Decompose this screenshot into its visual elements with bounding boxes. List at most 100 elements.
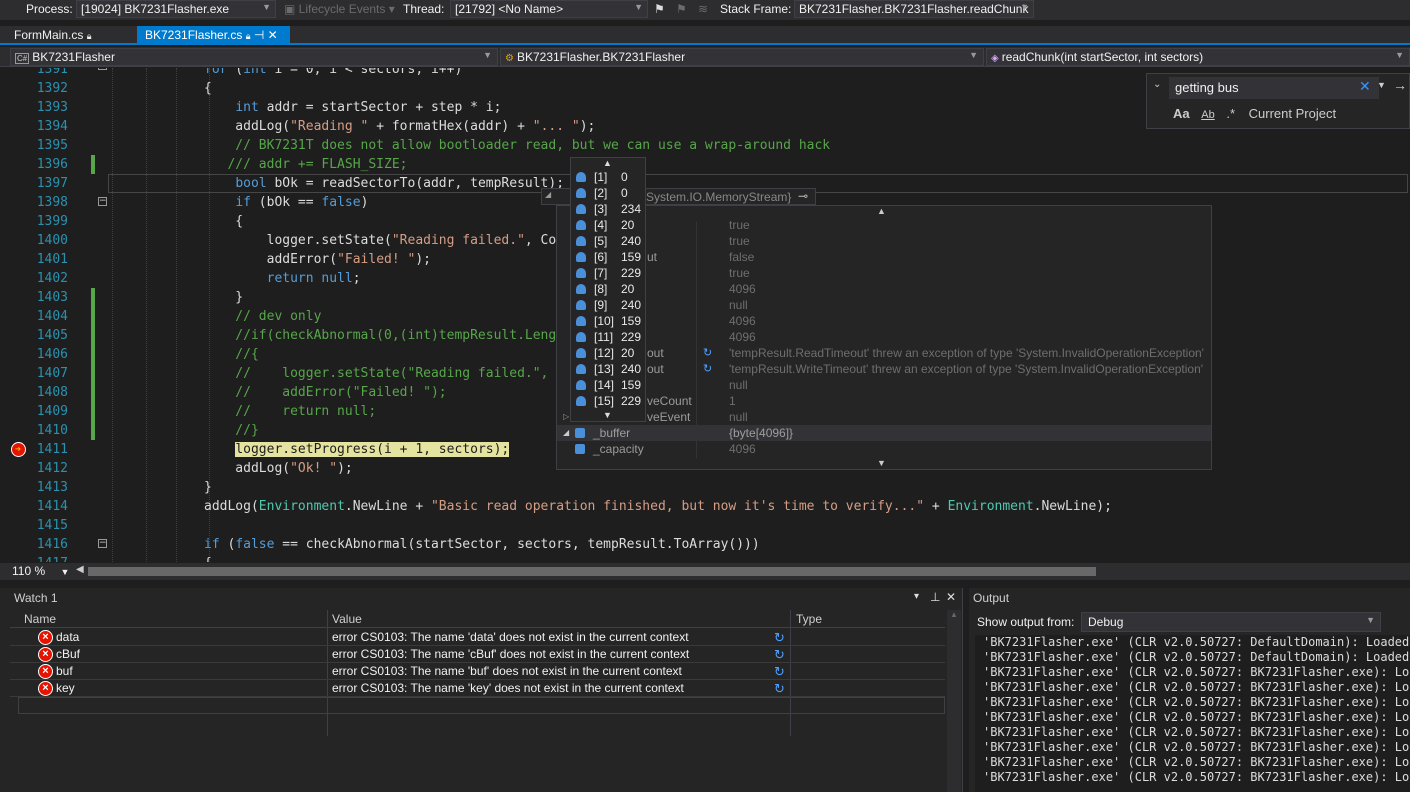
fold-icon[interactable]: − (98, 197, 107, 206)
datatip-row[interactable]: _capacity 4096 (557, 441, 1211, 457)
prop-value: null (729, 378, 748, 392)
stackframe-dropdown[interactable]: BK7231Flasher.BK7231Flasher.readChunk ▼ (794, 0, 1034, 18)
tab-formmain[interactable]: FormMain.cs 🔒︎ (6, 26, 99, 45)
clear-icon[interactable]: ✕ (1359, 78, 1371, 95)
array-item[interactable]: [7] 229 (571, 265, 645, 281)
refresh-icon[interactable]: ↻ (774, 629, 785, 646)
scroll-left-icon[interactable]: ◀ (76, 564, 84, 575)
scroll-down-icon[interactable]: ▼ (603, 410, 612, 420)
whole-word-button[interactable]: Ab (1201, 109, 1214, 121)
flag-all-icon[interactable]: ⚑ (676, 2, 687, 16)
refresh-icon[interactable]: ↻ (774, 680, 785, 697)
refresh-icon[interactable]: ↻ (774, 663, 785, 680)
element-icon (576, 188, 586, 198)
scroll-up-icon[interactable]: ▲ (603, 158, 612, 168)
column-value[interactable]: Value (332, 612, 362, 626)
array-item[interactable]: [8] 20 (571, 281, 645, 297)
watch-name: cBuf (56, 647, 81, 661)
scroll-up-icon[interactable]: ▲ (950, 610, 958, 619)
close-icon[interactable]: ✕ (268, 28, 278, 42)
fold-icon[interactable]: − (98, 539, 107, 548)
thread-dropdown[interactable]: [21792] <No Name> ▼ (450, 0, 648, 18)
column-name[interactable]: Name (24, 612, 56, 626)
pin-icon[interactable]: ⊸ (798, 189, 808, 203)
datatip-row[interactable]: true (557, 217, 1211, 233)
search-scope[interactable]: Current Project (1249, 106, 1336, 121)
expand-icon[interactable]: ▷ (563, 409, 569, 425)
tab-bk7231flasher[interactable]: BK7231Flasher.cs 🔒︎ ⊣ ✕ (137, 26, 290, 45)
collapse-icon[interactable]: ◢ (563, 425, 569, 441)
array-item[interactable]: [4] 20 (571, 217, 645, 233)
column-type[interactable]: Type (796, 612, 822, 626)
fold-icon[interactable]: − (98, 68, 107, 70)
refresh-icon[interactable]: ↻ (774, 646, 785, 663)
watch-new-row[interactable] (18, 697, 945, 714)
scroll-up-icon[interactable]: ▲ (877, 206, 886, 216)
pin-icon[interactable]: ⊥ (930, 590, 940, 604)
chevron-down-icon[interactable]: ▼ (1377, 80, 1386, 90)
zoom-level[interactable]: 110 % ▼ (12, 564, 69, 578)
output-source-dropdown[interactable]: Debug ▼ (1081, 612, 1381, 632)
regex-button[interactable]: .* (1226, 106, 1235, 121)
array-item[interactable]: [2] 0 (571, 185, 645, 201)
datatip-row[interactable]: 4096 (557, 329, 1211, 345)
stack-icon[interactable]: ≋ (698, 2, 708, 16)
search-input[interactable]: getting bus (1169, 77, 1379, 99)
datatip-row[interactable]: veCount 1 (557, 393, 1211, 409)
datatip-row[interactable]: true (557, 233, 1211, 249)
watch-row[interactable]: × buf error CS0103: The name 'buf' does no… (10, 663, 945, 680)
refresh-icon[interactable]: ↻ (703, 345, 712, 361)
array-datatip[interactable]: ▲ [1] 0 [2] 0 [3] 234 [4] 20 [5] 240 [6] 159 [… (570, 157, 646, 422)
flag-icon[interactable]: ⚑ (654, 2, 665, 16)
datatip-row[interactable]: out ↻ 'tempResult.WriteTimeout' threw an e… (557, 361, 1211, 377)
array-item[interactable]: [15] 229 (571, 393, 645, 409)
prop-value: 1 (729, 394, 736, 408)
datatip-row[interactable]: out ↻ 'tempResult.ReadTimeout' threw an ex… (557, 345, 1211, 361)
array-item[interactable]: [12] 20 (571, 345, 645, 361)
datatip-row[interactable]: null (557, 377, 1211, 393)
thread-label: Thread: (403, 2, 445, 16)
vertical-scrollbar[interactable]: ▲ (947, 610, 961, 792)
method-dropdown[interactable]: ◈ readChunk(int startSector, int sectors)… (986, 48, 1410, 66)
lifecycle-events-button[interactable]: ▣ Lifecycle Events ▾ (284, 2, 395, 16)
breakpoint-icon[interactable]: ➔ (11, 442, 26, 457)
collapse-icon[interactable]: ◢ (545, 190, 551, 199)
prop-name: veEvent (647, 410, 691, 424)
watch-row[interactable]: × key error CS0103: The name 'key' does no… (10, 680, 945, 697)
code-text: { (204, 554, 212, 562)
horizontal-scrollbar-thumb[interactable] (88, 567, 1096, 576)
refresh-icon[interactable]: ↻ (703, 361, 712, 377)
array-item[interactable]: [11] 229 (571, 329, 645, 345)
chevron-down-icon[interactable]: ⌄ (1153, 79, 1161, 90)
datatip-row[interactable]: 4096 (557, 313, 1211, 329)
datatip-panel[interactable]: ▲ true true ut false true 4096 null 4096 … (556, 205, 1212, 470)
output-text[interactable]: 'BK7231Flasher.exe' (CLR v2.0.50727: Def… (975, 635, 1410, 792)
find-next-icon[interactable]: → (1393, 77, 1407, 93)
project-dropdown[interactable]: C# BK7231Flasher ▼ (10, 48, 498, 66)
array-item[interactable]: [13] 240 (571, 361, 645, 377)
project-value: BK7231Flasher (32, 50, 115, 64)
dropdown-icon[interactable]: ▾ (914, 591, 919, 602)
watch-row[interactable]: × cBuf error CS0103: The name 'cBuf' does … (10, 646, 945, 663)
match-case-button[interactable]: Aa (1173, 106, 1190, 121)
datatip-row[interactable]: ut false (557, 249, 1211, 265)
datatip-row[interactable]: 4096 (557, 281, 1211, 297)
array-item[interactable]: [1] 0 (571, 169, 645, 185)
array-item[interactable]: [6] 159 (571, 249, 645, 265)
datatip-row[interactable]: true (557, 265, 1211, 281)
array-item[interactable]: [10] 159 (571, 313, 645, 329)
array-item[interactable]: [3] 234 (571, 201, 645, 217)
panel-title: Output (973, 591, 1010, 605)
array-item[interactable]: [14] 159 (571, 377, 645, 393)
class-dropdown[interactable]: ⚙ BK7231Flasher.BK7231Flasher ▼ (500, 48, 984, 66)
array-item[interactable]: [9] 240 (571, 297, 645, 313)
close-icon[interactable]: ✕ (946, 590, 956, 604)
process-dropdown[interactable]: [19024] BK7231Flasher.exe ▼ (76, 0, 276, 18)
scroll-down-icon[interactable]: ▼ (877, 458, 886, 468)
datatip-row-buffer[interactable]: ◢ _buffer {byte[4096]} (557, 425, 1211, 441)
datatip-row[interactable]: ▷ veEvent null (557, 409, 1211, 425)
watch-row[interactable]: × data error CS0103: The name 'data' does … (10, 629, 945, 646)
pin-icon[interactable]: ⊣ (254, 28, 264, 42)
datatip-row[interactable]: null (557, 297, 1211, 313)
array-item[interactable]: [5] 240 (571, 233, 645, 249)
